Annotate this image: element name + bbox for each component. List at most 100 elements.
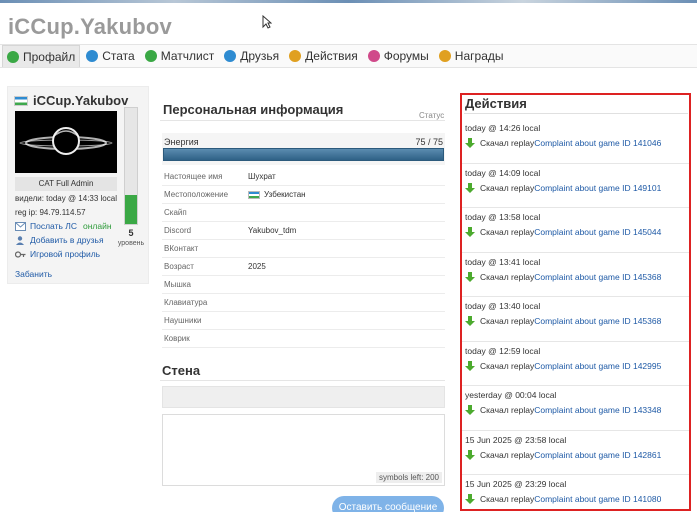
energy-label: Энергия [164,137,199,147]
mail-icon [15,221,26,231]
actions-list: today @ 14:26 local Скачал replay Complain… [462,119,689,509]
send-pm-link[interactable]: Послать ЛС онлайн [15,221,112,231]
action-link[interactable]: Complaint about game ID 145044 [534,227,661,237]
download-arrow-icon [465,227,475,237]
download-arrow-icon [465,360,475,371]
tab-profile[interactable]: Профайл [2,45,81,67]
top-banner-strip [0,0,697,3]
action-time: 15 Jun 2025 @ 23:29 local [465,479,567,489]
action-time: today @ 14:09 local [465,167,541,178]
online-status: онлайн [83,221,112,231]
info-row-value-text: Узбекистан [264,190,306,199]
game-profile-label: Игровой профиль [30,249,101,259]
action-time: today @ 14:26 local [465,123,541,133]
action-line: Скачал replay Complaint about game ID 145… [465,316,661,326]
info-row: Клавиатура [162,294,445,312]
action-time: today @ 13:40 local [465,301,541,311]
tab-stats[interactable]: Стата [82,45,138,67]
status-label: Статус [419,111,445,120]
action-item: today @ 14:09 local Скачал replay Complain… [462,164,689,208]
symbols-left-counter: symbols left: 200 [375,472,442,483]
tab-actions[interactable]: Действия [285,45,362,67]
info-row-value-text: 2025 [248,262,266,271]
download-arrow-icon [465,494,475,504]
tab-label: Стата [102,49,135,63]
ban-link[interactable]: Забанить [15,269,52,279]
wall-message-textarea[interactable]: symbols left: 200 [162,414,445,486]
download-arrow-icon [465,316,475,326]
action-text: Скачал replay [480,405,535,415]
info-row-label: Возраст [164,262,194,271]
action-text: Скачал replay [480,494,535,504]
page-title: iCCup.Yakubov [8,14,172,39]
tab-friends[interactable]: Друзья [220,45,283,67]
action-item: today @ 13:58 local Скачал replay Complain… [462,208,689,253]
level-label: уровень [117,240,145,247]
action-link[interactable]: Complaint about game ID 141080 [534,494,661,504]
key-icon [15,250,26,258]
tab-label: Матчлист [160,49,215,63]
personal-info-table: Настоящее имя Шухрат Местоположение Узбекис… [162,168,445,348]
action-text: Скачал replay [480,449,535,460]
info-row: Наушники [162,312,445,330]
level-progress-bar [124,107,138,225]
uzbekistan-flag-icon [14,95,28,106]
action-line: Скачал replay Complaint about game ID 143… [465,405,661,415]
info-row-value-text: Yakubov_tdm [248,226,297,235]
last-seen: видели: today @ 14:33 local [15,194,117,203]
tab-label: Профайл [23,49,76,64]
send-pm-label: Послать ЛС [30,221,77,231]
post-message-button[interactable]: Оставить сообщение [332,496,444,512]
awards-icon [438,50,451,62]
info-row: Возраст 2025 [162,258,445,276]
action-time: today @ 13:41 local [465,256,541,267]
action-time: today @ 12:59 local [465,345,541,356]
info-row: Настоящее имя Шухрат [162,168,445,186]
energy-panel: Энергия 75 / 75 [162,133,445,165]
info-row-value: Узбекистан [248,190,306,199]
action-link[interactable]: Complaint about game ID 142995 [534,361,661,371]
forums-icon [367,50,380,62]
profile-name-label: iCCup.Yakubov [33,93,129,108]
action-link[interactable]: Complaint about game ID 141046 [534,138,661,148]
game-profile-link[interactable]: Игровой профиль [15,249,100,259]
tab-matchlist[interactable]: Матчлист [141,45,219,67]
info-row-label: Скайп [164,208,187,217]
download-arrow-icon [465,449,475,460]
info-row: Скайп [162,204,445,222]
action-link[interactable]: Complaint about game ID 143348 [534,405,661,415]
wall-title: Стена [162,363,201,378]
profile-icon [7,50,19,63]
action-link[interactable]: Complaint about game ID 145368 [534,316,661,326]
action-time: today @ 13:58 local [465,212,541,222]
action-link[interactable]: Complaint about game ID 149101 [534,183,661,193]
info-row-value: 2025 [248,262,266,271]
add-friend-link[interactable]: Добавить в друзья [15,235,104,245]
uzbekistan-flag-icon [248,190,260,199]
energy-bar [163,148,444,161]
tab-forums[interactable]: Форумы [364,45,433,67]
action-line: Скачал replay Complaint about game ID 141… [465,494,661,504]
wall-subject-field[interactable] [162,386,445,408]
action-link[interactable]: Complaint about game ID 142861 [534,450,661,460]
action-line: Скачал replay Complaint about game ID 149… [465,182,661,193]
action-line: Скачал replay Complaint about game ID 145… [465,271,661,282]
avatar [15,111,117,173]
tab-label: Форумы [383,49,429,63]
stats-icon [86,50,99,62]
download-arrow-icon [465,405,475,415]
tab-awards[interactable]: Награды [435,45,508,67]
download-arrow-icon [465,271,475,282]
info-row-label: Настоящее имя [164,172,223,181]
info-row: ВКонтакт [162,240,445,258]
profile-name: iCCup.Yakubov [14,93,128,108]
level-number: 5 [128,228,134,238]
info-row-value: Шухрат [248,172,276,181]
info-row-label: Коврик [164,334,190,343]
info-row-value-text: Шухрат [248,172,276,181]
action-link[interactable]: Complaint about game ID 145368 [534,272,661,282]
actions-panel: Действия today @ 14:26 local Скачал repla… [460,93,691,511]
action-text: Скачал replay [480,182,535,193]
action-text: Скачал replay [480,316,535,326]
add-friend-label: Добавить в друзья [30,235,104,245]
